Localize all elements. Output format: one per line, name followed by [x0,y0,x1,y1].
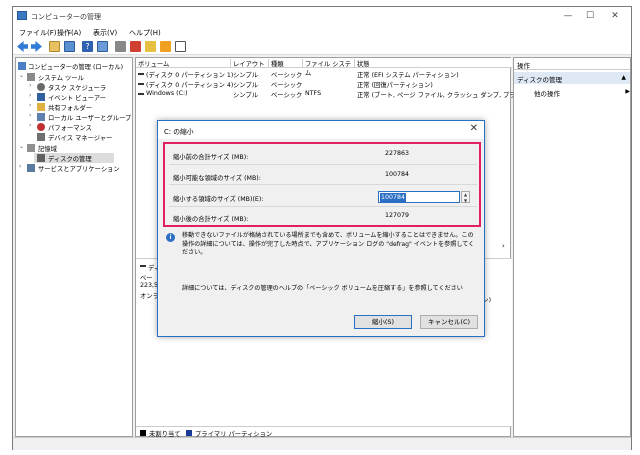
column-type[interactable]: 種類 [269,59,303,68]
total-before-value: 227863 [385,150,410,157]
chevron-down-icon[interactable]: ⌄ [19,143,24,150]
minimize-button[interactable]: — [561,10,575,22]
chevron-right-icon[interactable]: › [29,82,31,89]
disk-type: ベー [140,275,153,282]
available-shrink-label: 縮小可能な領域のサイズ (MB): [173,175,261,182]
column-volume[interactable]: ボリューム [136,59,231,68]
chevron-right-icon[interactable]: › [29,92,31,99]
total-after-label: 縮小後の合計サイズ (MB): [173,216,249,223]
help-reference-text: 詳細については、ディスクの管理のヘルプの「ベーシック ボリュームを圧縮する」を参… [182,285,463,292]
maximize-button[interactable]: ☐ [583,10,597,22]
back-icon[interactable] [17,41,28,52]
disk-icon [140,265,146,267]
window-icon[interactable] [175,41,186,52]
shrink-button[interactable]: 縮小(S) [354,315,412,329]
volume-row[interactable]: (ディスク 0 パーティション 1) シンプル ベーシック 正常 (EFI シス… [136,70,512,79]
dialog-title-bar: C: の縮小 ✕ [158,121,484,139]
highlight-box: 縮小前の合計サイズ (MB): 227863 縮小可能な領域のサイズ (MB):… [163,142,481,227]
disk-size: 223,5 [140,282,159,289]
show-hide-tree-icon[interactable] [64,41,75,52]
services-icon [27,164,35,172]
submenu-arrow-icon: ▶ [625,88,630,95]
close-button[interactable]: ✕ [608,10,622,22]
toolbar: ? [13,39,631,55]
up-folder-icon[interactable] [49,41,60,52]
shrink-amount-value: 100784 [380,193,407,202]
clock-icon [37,83,45,91]
divider [169,206,477,207]
unallocated-swatch [140,430,146,436]
key-icon[interactable] [115,41,126,52]
dialog-title: C: の縮小 [164,128,194,136]
disk-icon [37,154,45,162]
chevron-right-icon[interactable]: › [29,112,31,119]
info-icon: i [166,233,175,242]
total-before-label: 縮小前の合計サイズ (MB): [173,154,249,161]
shrink-amount-input[interactable]: 100784 [378,191,460,203]
tools-icon [27,73,35,81]
device-manager-icon [37,133,45,141]
action-disk-management[interactable]: ディスクの管理 ▲ [514,72,630,84]
actions-header: 操作 [514,58,630,70]
forward-icon[interactable] [31,41,42,52]
action-other-operations[interactable]: 他の操作 ▶ [534,88,630,98]
shrink-dialog: C: の縮小 ✕ 縮小前の合計サイズ (MB): 227863 縮小可能な領域の… [157,120,485,337]
available-shrink-value: 100784 [385,171,410,178]
performance-icon [37,123,45,131]
status-bar [13,437,631,450]
shrink-amount-stepper[interactable]: ▲ ▼ [461,191,470,203]
volume-icon [138,93,144,95]
storage-icon [27,144,35,152]
users-icon [37,113,45,121]
divider [169,184,477,185]
menu-bar: ファイル(F) 操作(A) 表示(V) ヘルプ(H) [13,25,631,39]
scroll-right-arrow[interactable]: › [502,242,511,252]
column-layout[interactable]: レイアウト [231,59,269,68]
menu-file[interactable]: ファイル(F) [19,28,57,38]
menu-action[interactable]: 操作(A) [57,28,81,38]
chevron-right-icon[interactable]: › [19,163,21,170]
computer-icon [18,62,26,70]
event-viewer-icon [37,93,45,101]
divider [169,164,477,165]
volume-icon [138,83,144,85]
window-title: コンピューターの管理 [31,13,101,21]
navigation-tree: コンピューターの管理 (ローカル) ⌄ システム ツール › タスク スケジュー… [15,57,133,437]
shrink-amount-label: 縮小する領域のサイズ (MB)(E): [173,196,264,203]
collapse-up-icon[interactable]: ▲ [621,74,626,81]
search-icon[interactable] [160,41,171,52]
shared-folder-icon [37,103,45,111]
chevron-right-icon[interactable]: › [29,102,31,109]
volume-column-headers: ボリューム レイアウト 種類 ファイル システム 状態 [136,58,512,77]
chevron-right-icon[interactable]: › [29,122,31,129]
volume-icon [138,73,144,75]
menu-help[interactable]: ヘルプ(H) [129,28,161,38]
title-bar: コンピューターの管理 — ☐ ✕ [13,7,631,25]
total-after-value: 127079 [385,212,410,219]
volume-row[interactable]: Windows (C:) シンプル ベーシック NTFS 正常 (ブート, ペー… [136,90,516,99]
checklist-icon[interactable] [130,41,141,52]
volume-row[interactable]: (ディスク 0 パーティション 4) シンプル ベーシック 正常 (回復パーティ… [136,80,512,89]
tree-item-disk-management[interactable]: ディスクの管理 [34,153,114,163]
info-message: 移動できないファイルが格納されている場所までも含めて、ボリュームを縮小することは… [182,232,475,256]
menu-view[interactable]: 表示(V) [93,28,117,38]
app-icon [17,11,27,20]
chevron-down-icon[interactable]: ⌄ [19,72,24,79]
properties-icon[interactable] [97,41,108,52]
primary-swatch [186,430,192,436]
column-filesystem[interactable]: ファイル システム [303,59,355,77]
actions-pane: 操作 ディスクの管理 ▲ 他の操作 ▶ [513,57,631,437]
dialog-close-icon[interactable]: ✕ [470,123,478,134]
cancel-button[interactable]: キャンセル(C) [420,315,478,329]
column-status[interactable]: 状態 [355,59,510,68]
folder-icon[interactable] [145,41,156,52]
help-icon[interactable]: ? [82,41,93,52]
